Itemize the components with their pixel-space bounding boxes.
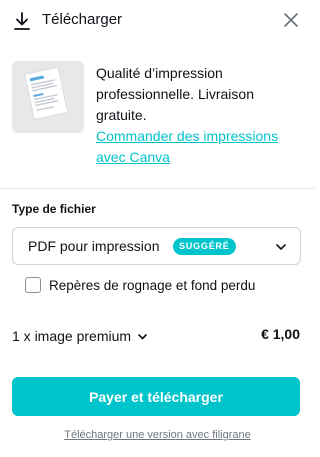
section-divider [0,188,315,189]
download-icon [14,12,30,30]
order-prints-link[interactable]: Commander des impressions avec Canva [96,126,301,168]
print-promo: Qualité d’impression professionnelle. Li… [96,63,301,168]
panel-header: Télécharger [0,0,315,40]
crop-marks-checkbox[interactable] [25,277,41,293]
premium-items-toggle[interactable]: 1 x image premium [12,327,148,345]
pay-and-download-button[interactable]: Payer et télécharger [12,377,300,416]
close-icon[interactable] [282,11,300,29]
crop-marks-option[interactable]: Repères de rognage et fond perdu [25,276,255,294]
download-panel: Télécharger Qualité d’impression profess… [0,0,315,457]
panel-title: Télécharger [42,11,123,28]
file-type-select[interactable]: PDF pour impression SUGGÉRÉ [12,227,301,265]
suggested-badge: SUGGÉRÉ [173,238,236,255]
print-promo-text: Qualité d’impression professionnelle. Li… [96,65,254,123]
chevron-down-icon [138,333,147,339]
crop-marks-label: Repères de rognage et fond perdu [49,277,256,293]
file-type-value: PDF pour impression [28,238,160,254]
download-watermarked-link[interactable]: Télécharger une version avec filigrane [0,428,315,442]
total-price: € 1,00 [261,326,300,342]
chevron-down-icon [276,244,286,250]
file-type-label: Type de fichier [12,202,96,216]
document-thumbnail-icon [12,61,84,133]
premium-items-summary: 1 x image premium [12,327,132,344]
